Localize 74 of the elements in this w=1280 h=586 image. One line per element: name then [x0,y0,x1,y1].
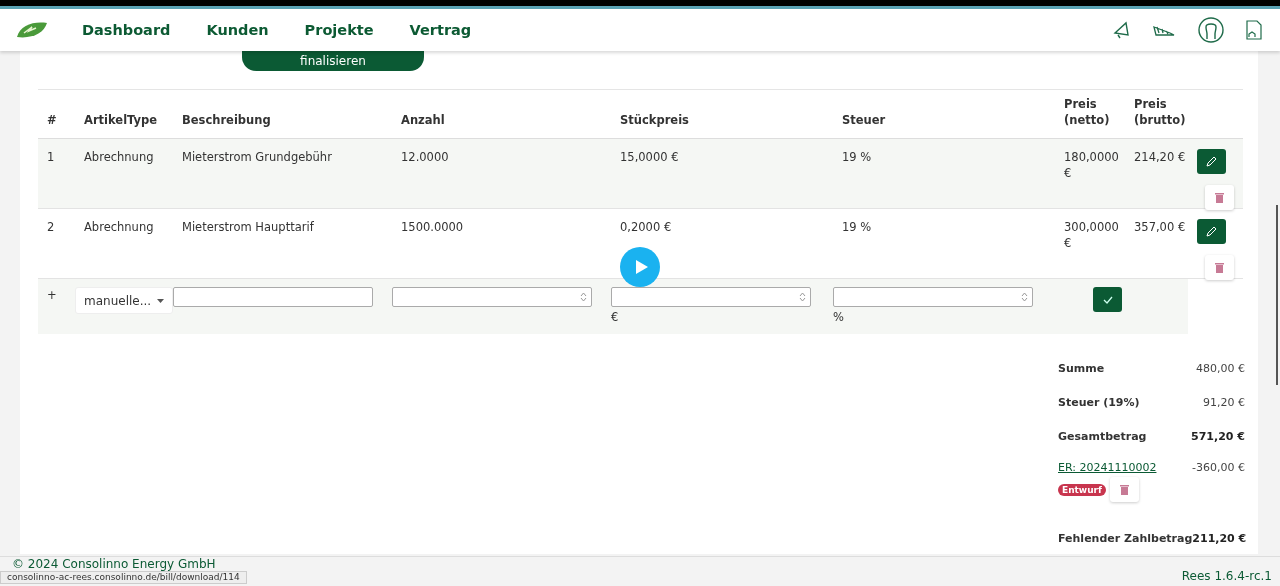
spinner-icon [1021,292,1028,302]
delete-button[interactable] [1109,477,1139,502]
delete-button[interactable] [1205,255,1234,280]
summary-value: 480,00 € [1196,361,1245,375]
status-url-tooltip: consolinno-ac-rees.consolinno.de/bill/download/114 [0,571,247,584]
status-badge: Entwurf [1058,483,1106,496]
pencil-icon [1206,226,1217,237]
payment-amount: -360,00 € [1192,461,1245,476]
unit-price-field[interactable] [611,287,811,307]
confirm-button[interactable] [1093,287,1122,312]
invoice-link[interactable]: ER: 20241110002 [1058,461,1157,474]
trash-icon [1215,192,1224,203]
play-icon [634,259,649,275]
edit-button[interactable] [1197,219,1226,244]
edit-button[interactable] [1197,149,1226,174]
summary-value: 211,20 € [1192,531,1247,545]
column-header: Stückpreis [619,112,690,128]
table-cell: Mieterstrom Haupttarif [182,219,314,235]
leaf-logo-icon [16,21,48,39]
trash-icon [1119,484,1129,495]
currency-unit: € [611,309,619,325]
table-cell: 214,20 € [1134,149,1186,165]
add-row-marker: + [47,287,57,303]
pencil-icon [1206,156,1217,167]
trash-icon [1215,262,1224,273]
document-house-icon[interactable] [1246,20,1262,40]
spinner-icon [799,292,806,302]
summary-value: 571,20 € [1191,429,1245,443]
check-icon [1102,295,1113,304]
description-field[interactable] [173,287,373,307]
column-header: Beschreibung [181,112,272,128]
summary-label: Steuer (19%) [1058,395,1140,409]
percent-unit: % [833,309,844,325]
quantity-field[interactable] [392,287,592,307]
table-cell-text: 180,0000 € [1064,149,1120,181]
play-button[interactable] [620,247,660,287]
version-text: Rees 1.6.4-rc.1 [1181,569,1272,583]
user-icon[interactable] [1198,17,1224,43]
nav-link[interactable]: Dashboard [82,22,171,38]
delete-button[interactable] [1205,185,1234,210]
table-cell: 19 % [842,149,872,165]
table-cell: Abrechnung [84,219,154,235]
summary-label: Summe [1058,361,1105,375]
table-cell: 2 [47,219,55,235]
summary-label: Fehlender Zahlbetrag [1058,531,1193,545]
nav-link[interactable]: Projekte [304,22,374,38]
finalize-button[interactable]: finalisieren [242,51,424,71]
bell-icon[interactable] [1112,21,1130,39]
table-cell-text: 300,0000 € [1064,219,1120,251]
column-header: ArtikelType [83,112,159,128]
caret-icon [157,298,165,303]
summary-value: 91,20 € [1203,395,1245,409]
table-cell: 0,2000 € [620,219,672,235]
nav-link[interactable]: Kunden [206,22,269,38]
nav-link[interactable]: Vertrag [409,22,472,38]
table-cell: 1 [47,149,55,165]
column-header: Steuer [841,112,887,128]
column-header: Preis (brutto) [1133,96,1187,128]
type-select[interactable]: manuelle... [75,287,174,314]
spinner-icon [580,292,587,302]
column-header: # [46,112,58,128]
table-cell: 12.0000 [401,149,449,165]
column-header: Preis (netto) [1063,96,1111,128]
table-cell: 15,0000 € [620,149,679,165]
table-cell: 357,00 € [1134,219,1186,235]
table-cell: 19 % [842,219,872,235]
column-header: Anzahl [400,112,446,128]
copyright-text: © 2024 Consolinno Energy GmbH [12,557,216,571]
table-cell: Abrechnung [84,149,154,165]
summary-label: Gesamtbetrag [1058,429,1147,443]
scrollbar[interactable] [1276,205,1278,385]
table-cell: Mieterstrom Grundgebühr [182,149,332,165]
table-cell: 1500.0000 [401,219,464,235]
tax-field[interactable] [833,287,1033,307]
